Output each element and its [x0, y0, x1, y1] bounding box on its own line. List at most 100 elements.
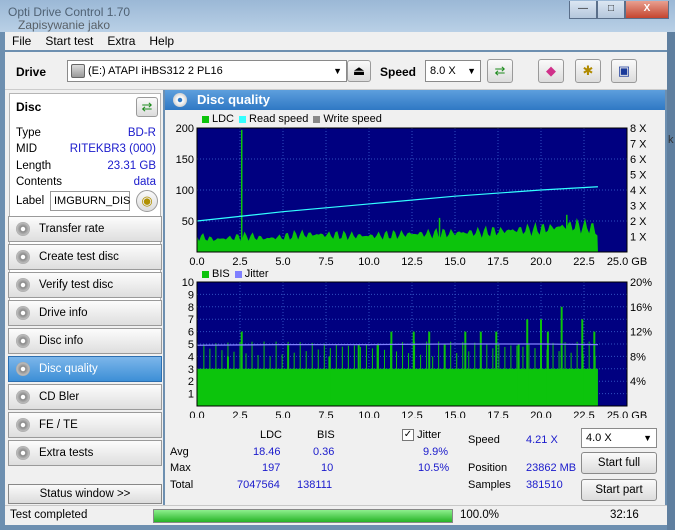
- disc-icon: [16, 362, 30, 376]
- speed-label: Speed: [380, 65, 417, 79]
- nav-drive-info[interactable]: Drive info: [8, 300, 162, 326]
- background-window-edge: [667, 32, 675, 530]
- window-title: Opti Drive Control 1.70: [8, 5, 131, 19]
- nav-cd-bler[interactable]: CD Bler: [8, 384, 162, 410]
- close-button[interactable]: X: [625, 1, 669, 19]
- menu-extra[interactable]: Extra: [100, 34, 142, 48]
- main-header: Disc quality: [165, 90, 665, 110]
- x-tick-label: 0.0: [189, 256, 204, 268]
- stats-label-total: Total: [170, 479, 194, 491]
- disc-icon: [16, 278, 30, 292]
- disc-icon: [16, 334, 30, 348]
- sidebar: Disc ⇄ Type BD-R MID RITEKBR3 (000) Length…: [5, 90, 163, 508]
- y-right-tick-label: 20%: [630, 277, 652, 289]
- y-tick-label: 6: [188, 327, 194, 339]
- nav-disc-info[interactable]: Disc info: [8, 328, 162, 354]
- x-tick-label: 7.5: [318, 410, 333, 418]
- status-window-button[interactable]: Status window >>: [8, 484, 162, 504]
- x-tick-label: 2.5: [232, 410, 247, 418]
- stats-avg-ldc: 18.46: [253, 446, 281, 458]
- speed-select[interactable]: 8.0 X ▼: [425, 60, 481, 82]
- disc-icon: [173, 93, 187, 107]
- samples-label: Samples: [468, 479, 511, 491]
- nav-fe-te[interactable]: FE / TE: [8, 412, 162, 438]
- nav-disc-quality[interactable]: Disc quality: [8, 356, 162, 382]
- refresh-button[interactable]: ⇄: [487, 59, 513, 83]
- y-tick-label: 7: [188, 314, 194, 326]
- x-tick-label: 17.5: [487, 256, 508, 268]
- y-right-tick-label: 8%: [630, 351, 646, 363]
- disc-label-button[interactable]: ◉: [136, 190, 158, 212]
- stats-header-ldc: LDC: [260, 429, 283, 441]
- y-right-tick-label: 2 X: [630, 216, 647, 228]
- minimize-button[interactable]: —: [569, 1, 597, 19]
- status-bar: Test completed 100.0% 32:16: [5, 505, 667, 525]
- save-icon: ▣: [617, 63, 631, 78]
- menu-bar: File Start test Extra Help: [5, 32, 667, 50]
- speed-select-value: 8.0 X: [430, 65, 456, 77]
- eject-button[interactable]: ⏏: [347, 60, 371, 82]
- disc-refresh-button[interactable]: ⇄: [136, 97, 158, 117]
- nav-extra-tests[interactable]: Extra tests: [8, 440, 162, 466]
- stats-label-avg: Avg: [170, 446, 189, 458]
- menu-start-test[interactable]: Start test: [38, 34, 100, 48]
- main-title: Disc quality: [197, 92, 270, 107]
- erase-button[interactable]: ◆: [538, 59, 564, 83]
- menu-help[interactable]: Help: [142, 34, 181, 48]
- eject-icon: ⏏: [352, 63, 366, 78]
- config-icon: ✱: [582, 63, 594, 78]
- x-tick-label: 17.5: [487, 410, 508, 418]
- toolbar: Drive (E:) ATAPI iHBS312 2 PL16 ▼ ⏏ Spee…: [5, 52, 667, 90]
- save-button[interactable]: ▣: [611, 59, 637, 83]
- start-full-button[interactable]: Start full: [581, 452, 657, 474]
- x-tick-label: 25.0 GB: [607, 256, 647, 268]
- background-text: k: [668, 134, 674, 146]
- config-button[interactable]: ✱: [575, 59, 601, 83]
- chevron-down-icon: ▼: [467, 66, 476, 76]
- jitter-checkbox[interactable]: ✓: [402, 429, 414, 442]
- drive-select-value: (E:) ATAPI iHBS312 2 PL16: [88, 65, 223, 77]
- stats-avg-bis: 0.36: [313, 446, 335, 458]
- drive-select[interactable]: (E:) ATAPI iHBS312 2 PL16 ▼: [67, 60, 347, 82]
- bis-chart: 0.0 2.5 5.0 7.5 10.0 12.5 15.0 17.5 20.0 22.5 25.0…: [182, 277, 652, 418]
- y-tick-label: 50: [182, 216, 194, 228]
- main-panel: Disc quality LDC Read speed Write speed …: [165, 90, 665, 508]
- stats-avg-jitter: 9.9%: [423, 446, 449, 458]
- x-tick-label: 22.5: [573, 410, 594, 418]
- y-right-tick-label: 7 X: [630, 139, 647, 151]
- test-speed-select[interactable]: 4.0 X ▼: [581, 428, 657, 448]
- elapsed-time: 32:16: [610, 509, 639, 521]
- start-part-button[interactable]: Start part: [581, 479, 657, 501]
- y-right-tick-label: 12%: [630, 327, 652, 339]
- progress-fill: [154, 510, 452, 522]
- samples-value: 381510: [526, 479, 563, 491]
- y-tick-label: 2: [188, 376, 194, 388]
- y-tick-label: 10: [182, 277, 194, 289]
- nav-verify-test-disc[interactable]: Verify test disc: [8, 272, 162, 298]
- disc-label-input[interactable]: IMGBURN_DIS: [50, 191, 130, 211]
- y-tick-label: 200: [176, 123, 194, 135]
- stats-total-bis: 138111: [297, 479, 333, 491]
- y-tick-label: 8: [188, 302, 194, 314]
- nav-transfer-rate[interactable]: Transfer rate: [8, 216, 162, 242]
- speed-label: Speed: [468, 434, 500, 446]
- x-tick-label: 12.5: [401, 410, 422, 418]
- x-tick-label: 5.0: [275, 410, 290, 418]
- y-tick-label: 1: [188, 389, 194, 401]
- y-tick-label: 5: [188, 339, 194, 351]
- y-right-tick-label: 6 X: [630, 154, 647, 166]
- x-tick-label: 10.0: [358, 256, 379, 268]
- jitter-checkbox-wrap[interactable]: ✓ Jitter: [402, 429, 441, 442]
- drive-icon: [71, 64, 85, 78]
- x-tick-label: 12.5: [401, 256, 422, 268]
- stats-max-ldc: 197: [262, 462, 281, 474]
- y-right-tick-label: 3 X: [630, 201, 647, 213]
- maximize-button[interactable]: □: [597, 1, 625, 19]
- x-tick-label: 0.0: [189, 410, 204, 418]
- nav-create-test-disc[interactable]: Create test disc: [8, 244, 162, 270]
- drive-label: Drive: [16, 65, 47, 79]
- x-tick-label: 10.0: [358, 410, 379, 418]
- menu-file[interactable]: File: [5, 34, 38, 48]
- y-tick-label: 9: [188, 289, 194, 301]
- x-tick-label: 20.0: [530, 410, 551, 418]
